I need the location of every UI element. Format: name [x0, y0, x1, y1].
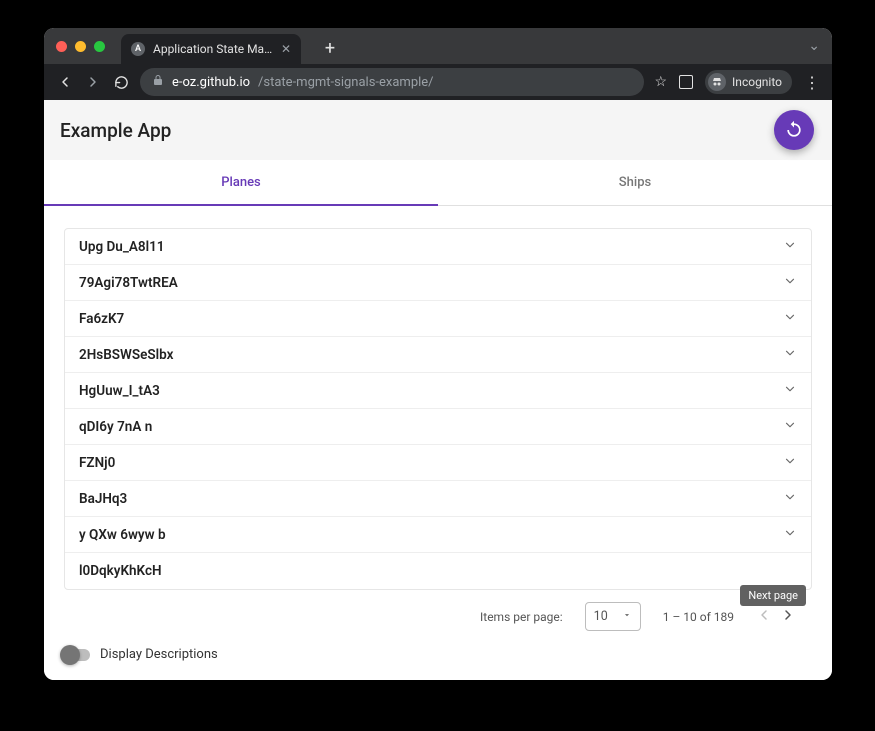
- paginator-label: Items per page:: [480, 610, 563, 624]
- list-item[interactable]: l0DqkyKhKcH: [65, 553, 811, 589]
- url-path: /state-mgmt-signals-example/: [258, 75, 434, 90]
- chevron-down-icon: [783, 382, 797, 400]
- chevron-down-icon: [783, 418, 797, 436]
- list-item[interactable]: qDI6y 7nA n: [65, 409, 811, 445]
- chevron-down-icon: [783, 238, 797, 256]
- list-item-label: 2HsBSWSeSlbx: [79, 347, 173, 363]
- items-list: Upg Du_A8l11 79Agi78TwtREA Fa6zK7 2HsBSW…: [64, 228, 812, 590]
- list-item[interactable]: 2HsBSWSeSlbx: [65, 337, 811, 373]
- url-host: e-oz.github.io: [172, 75, 250, 90]
- list-item[interactable]: BaJHq3: [65, 481, 811, 517]
- list-item[interactable]: Upg Du_A8l11: [65, 229, 811, 265]
- chevron-down-icon: [783, 526, 797, 544]
- tab-title: Application State Management: [153, 42, 273, 56]
- bookmark-star-icon[interactable]: ☆: [654, 74, 667, 90]
- maximize-window-button[interactable]: [94, 41, 105, 52]
- new-tab-button[interactable]: +: [319, 37, 341, 59]
- tab-favicon: A: [131, 42, 145, 56]
- list-item-label: y QXw 6wyw b: [79, 527, 166, 543]
- reload-button[interactable]: [112, 73, 130, 91]
- tab-bar: Planes Ships: [44, 160, 832, 206]
- display-descriptions-label: Display Descriptions: [100, 647, 218, 662]
- list-item-label: BaJHq3: [79, 491, 127, 507]
- list-item-label: l0DqkyKhKcH: [79, 563, 162, 579]
- browser-menu-icon[interactable]: ⋮: [804, 73, 820, 92]
- tab-ships[interactable]: Ships: [438, 160, 832, 205]
- list-item[interactable]: FZNj0: [65, 445, 811, 481]
- chevron-down-icon: [783, 454, 797, 472]
- prev-page-button[interactable]: [756, 607, 772, 626]
- list-item-label: qDI6y 7nA n: [79, 419, 152, 435]
- minimize-window-button[interactable]: [75, 41, 86, 52]
- lock-icon: [152, 74, 164, 90]
- url-bar: e-oz.github.io/state-mgmt-signals-exampl…: [44, 64, 832, 100]
- tab-close-icon[interactable]: ✕: [281, 42, 291, 56]
- display-descriptions-switch[interactable]: [64, 649, 90, 661]
- tab-planes[interactable]: Planes: [44, 160, 438, 205]
- extensions-icon[interactable]: [679, 75, 693, 89]
- list-item[interactable]: y QXw 6wyw b: [65, 517, 811, 553]
- chevron-down-icon: [783, 490, 797, 508]
- reload-fab-button[interactable]: [774, 110, 814, 150]
- list-item-label: 79Agi78TwtREA: [79, 275, 178, 291]
- chevron-down-icon: [783, 310, 797, 328]
- display-descriptions-toggle-row: Display Descriptions: [44, 635, 832, 678]
- list-item-label: HgUuw_I_tA3: [79, 383, 160, 399]
- tooltip: Next page: [740, 585, 806, 606]
- next-page-button[interactable]: [780, 607, 796, 626]
- paginator: Items per page: 10 1 – 10 of 189: [44, 596, 832, 635]
- chevron-down-icon: [783, 346, 797, 364]
- list-item-label: Fa6zK7: [79, 311, 124, 327]
- close-window-button[interactable]: [56, 41, 67, 52]
- titlebar: A Application State Management ✕ + ⌄: [44, 28, 832, 64]
- page-size-value: 10: [594, 609, 608, 624]
- chevron-down-icon: [622, 609, 632, 624]
- incognito-label: Incognito: [732, 75, 782, 89]
- browser-window: A Application State Management ✕ + ⌄ e-o…: [44, 28, 832, 680]
- app-title: Example App: [60, 119, 171, 142]
- incognito-indicator[interactable]: Incognito: [705, 70, 792, 94]
- page-content: Example App Planes Ships Upg Du_A8l11 79…: [44, 100, 832, 680]
- app-header: Example App: [44, 100, 832, 160]
- forward-button[interactable]: [84, 73, 102, 91]
- window-controls: [56, 41, 105, 52]
- refresh-icon: [784, 120, 804, 140]
- list-item-label: Upg Du_A8l11: [79, 239, 165, 255]
- list-item[interactable]: Fa6zK7: [65, 301, 811, 337]
- paginator-range: 1 – 10 of 189: [663, 610, 734, 624]
- browser-tab[interactable]: A Application State Management ✕: [121, 34, 301, 64]
- list-item[interactable]: 79Agi78TwtREA: [65, 265, 811, 301]
- list-item[interactable]: HgUuw_I_tA3: [65, 373, 811, 409]
- list-item-label: FZNj0: [79, 455, 115, 471]
- chevron-down-icon: [783, 274, 797, 292]
- address-field[interactable]: e-oz.github.io/state-mgmt-signals-exampl…: [140, 68, 644, 96]
- tab-overflow-icon[interactable]: ⌄: [808, 38, 820, 54]
- back-button[interactable]: [56, 73, 74, 91]
- incognito-icon: [708, 73, 726, 91]
- page-size-select[interactable]: 10: [585, 602, 641, 631]
